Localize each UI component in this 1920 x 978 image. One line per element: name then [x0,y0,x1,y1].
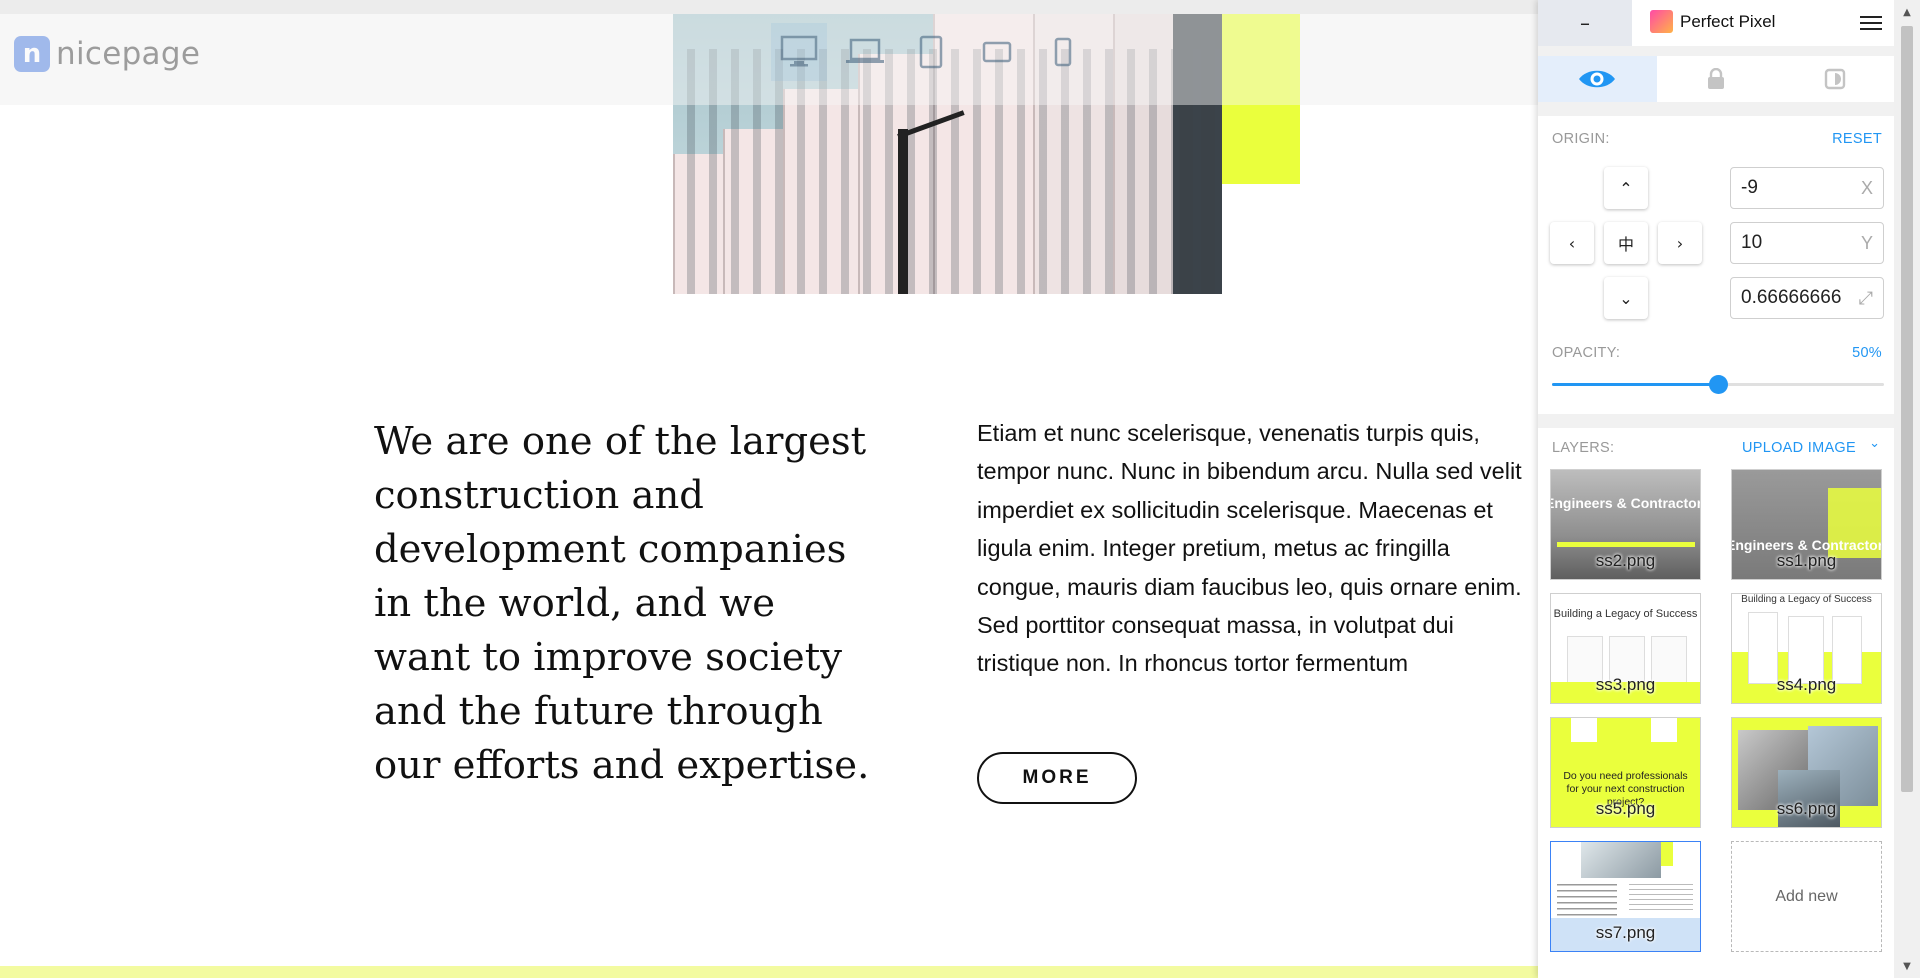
scroll-down-arrow-icon[interactable]: ▼ [1894,956,1920,976]
logo-mark: n [14,36,50,72]
y-offset-field[interactable]: 10 Y [1730,222,1884,264]
tablet-icon[interactable] [903,23,959,81]
chevron-down-icon[interactable]: ⌄ [1869,436,1880,451]
move-down-button[interactable]: ⌄ [1604,277,1648,319]
layer-thumbnail-selected[interactable]: ss7.png [1550,841,1701,952]
eye-icon [1579,70,1616,88]
tab-visibility[interactable] [1538,56,1657,102]
layer-filename: ss2.png [1595,551,1656,570]
layer-thumbnail[interactable]: ss6.png [1731,717,1882,828]
move-up-button[interactable]: ⌃ [1604,167,1648,209]
reset-button[interactable]: RESET [1832,131,1882,147]
panel-title: Perfect Pixel [1680,11,1776,31]
x-offset-field[interactable]: -9 X [1730,167,1884,209]
resize-icon: ⤢ [1858,287,1873,308]
nicepage-logo[interactable]: n nicepage [14,36,200,72]
move-right-button[interactable]: › [1658,222,1702,264]
layer-filename: ss6.png [1776,799,1837,818]
layer-preview-text: Engineers & Contractors [1550,495,1701,511]
laptop-icon[interactable] [837,23,893,81]
chevron-right-icon: › [1676,233,1684,253]
layer-preview-text: Building a Legacy of Success [1741,594,1872,605]
panel-header: – Perfect Pixel [1538,0,1894,46]
layer-thumbnail[interactable]: Engineers & Contractors ss2.png [1550,469,1701,580]
scrollbar-thumb[interactable] [1901,26,1913,792]
layer-preview-text: Building a Legacy of Success [1553,608,1698,620]
layer-thumbnail[interactable]: Engineers & Contractors ss1.png [1731,469,1882,580]
tab-invert[interactable] [1775,56,1894,102]
page-scrollbar[interactable]: ▲ ▼ [1894,0,1920,978]
layer-filename: ss7.png [1595,923,1656,942]
contrast-icon [1824,68,1845,90]
footer-yellow-strip [0,966,1538,978]
perfect-pixel-panel: – Perfect Pixel ORIGIN: RESET ⌃ ‹ 中 › ⌄ … [1538,0,1894,978]
more-button[interactable]: MORE [977,752,1137,804]
opacity-value: 50% [1852,345,1882,361]
browser-top-strip [0,0,1538,14]
chevron-left-icon: ‹ [1568,233,1576,253]
x-offset-value: -9 [1741,177,1758,198]
section-heading: We are one of the largest construction a… [374,419,870,788]
panel-brand: Perfect Pixel [1650,10,1775,33]
layer-filename: ss1.png [1776,551,1837,570]
tablet-landscape-icon[interactable] [969,23,1025,81]
origin-section: ORIGIN: RESET ⌃ ‹ 中 › ⌄ -9 X 10 Y 0.6666… [1538,116,1894,414]
layer-thumbnail[interactable]: Building a Legacy of Success ss3.png [1550,593,1701,704]
scale-field[interactable]: 0.66666666 ⤢ [1730,277,1884,319]
minimize-button[interactable]: – [1538,0,1632,46]
origin-label: ORIGIN: [1552,131,1610,147]
layers-section: LAYERS: UPLOAD IMAGE ⌄ Engineers & Contr… [1538,428,1894,978]
layer-thumbnail[interactable]: Building a Legacy of Success ss4.png [1731,593,1882,704]
opacity-slider[interactable] [1552,375,1884,394]
logo-text: nicepage [56,36,201,72]
layer-thumbnail[interactable]: Do you need professionals for your next … [1550,717,1701,828]
phone-icon[interactable] [1035,23,1091,81]
center-icon: 中 [1617,235,1634,254]
opacity-label: OPACITY: [1552,345,1621,361]
opacity-slider-thumb[interactable] [1709,375,1728,394]
chevron-up-icon: ⌃ [1619,178,1633,198]
y-offset-value: 10 [1741,232,1763,253]
layer-filename: ss3.png [1595,675,1656,694]
add-new-layer-button[interactable]: Add new [1731,841,1882,952]
x-suffix: X [1860,177,1873,198]
layers-label: LAYERS: [1552,440,1615,456]
move-left-button[interactable]: ‹ [1550,222,1594,264]
hamburger-menu-icon[interactable] [1860,12,1882,34]
layer-filename: ss5.png [1595,799,1656,818]
layer-filename: ss4.png [1776,675,1837,694]
lock-icon [1708,68,1724,89]
device-switcher [771,23,1091,81]
tab-lock[interactable] [1657,56,1776,102]
perfect-pixel-logo-icon [1650,10,1673,33]
section-body-text: Etiam et nunc scelerisque, venenatis tur… [977,420,1522,677]
scroll-up-arrow-icon[interactable]: ▲ [1894,2,1920,22]
opacity-slider-fill [1552,383,1718,386]
chevron-down-icon: ⌄ [1619,288,1633,308]
panel-tabs [1538,56,1894,102]
upload-image-button[interactable]: UPLOAD IMAGE [1742,440,1856,456]
scale-value: 0.66666666 [1741,287,1842,308]
y-suffix: Y [1860,232,1873,253]
desktop-icon[interactable] [771,23,827,81]
center-button[interactable]: 中 [1604,222,1648,264]
